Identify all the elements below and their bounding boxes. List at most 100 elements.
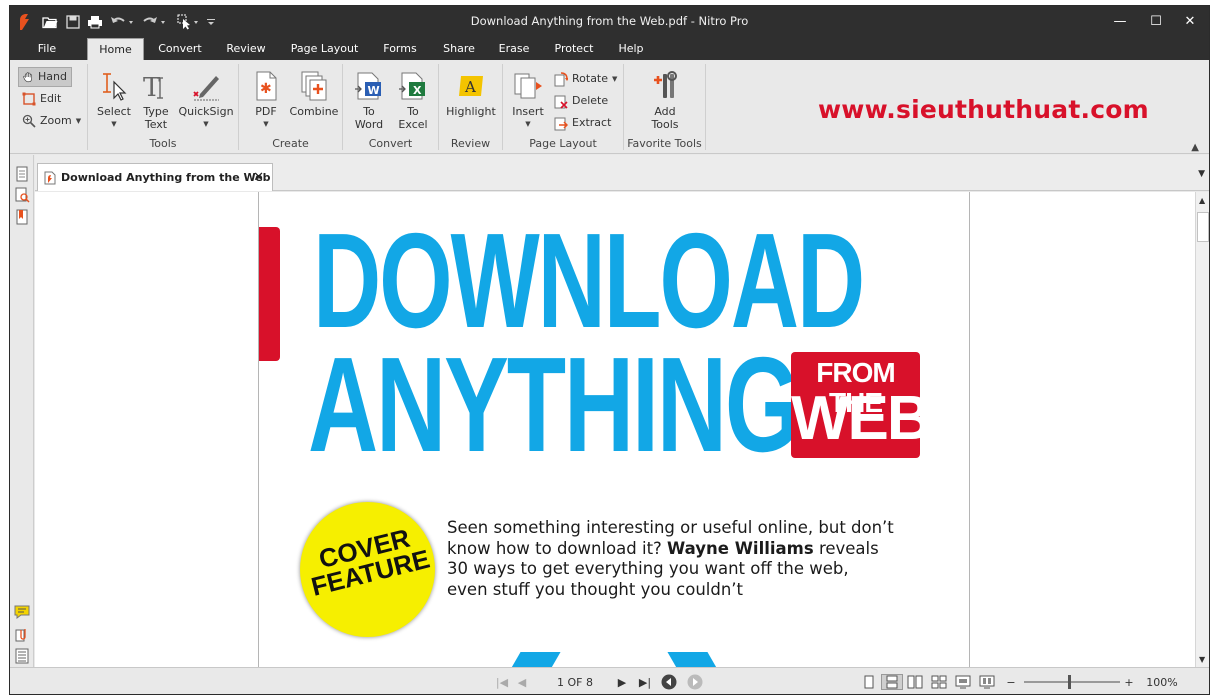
pdf-create-button[interactable]: ✱ PDF ▼ bbox=[247, 70, 285, 131]
tab-forms[interactable]: Forms bbox=[374, 38, 426, 60]
title-bar: Download Anything from the Web.pdf - Nit… bbox=[10, 6, 1209, 38]
tab-review[interactable]: Review bbox=[218, 38, 274, 60]
next-view-icon[interactable] bbox=[686, 674, 704, 690]
tab-share[interactable]: Share bbox=[434, 38, 484, 60]
collapse-ribbon-icon[interactable]: ▲ bbox=[1191, 142, 1199, 153]
tab-help[interactable]: Help bbox=[610, 38, 652, 60]
next-page-icon[interactable]: ▶ bbox=[613, 674, 631, 690]
attachments-icon[interactable] bbox=[14, 626, 30, 642]
close-tab-icon[interactable]: ✕ bbox=[253, 170, 264, 185]
excel-icon: X bbox=[399, 72, 425, 100]
zoom-slider-thumb[interactable] bbox=[1068, 675, 1071, 689]
headline-anything: ANYTHING bbox=[308, 329, 800, 480]
quicksign-pen-icon bbox=[193, 76, 219, 101]
zoom-tool-button[interactable]: Zoom ▼ bbox=[22, 111, 81, 131]
pages-panel-icon[interactable] bbox=[14, 166, 30, 182]
svg-text:A: A bbox=[464, 78, 476, 96]
tab-home[interactable]: Home bbox=[87, 38, 144, 60]
rotate-button[interactable]: Rotate ▼ bbox=[553, 69, 617, 89]
zoom-slider[interactable] bbox=[1022, 674, 1122, 690]
full-screen-icon[interactable] bbox=[954, 674, 972, 690]
tab-list-dropdown-icon[interactable]: ▼ bbox=[1198, 169, 1205, 179]
highlight-label: Highlight bbox=[446, 105, 496, 118]
highlight-button[interactable]: A Highlight bbox=[443, 70, 499, 118]
bookmarks-icon[interactable] bbox=[14, 209, 30, 225]
select-label: Select bbox=[97, 105, 131, 118]
tab-convert[interactable]: Convert bbox=[149, 38, 211, 60]
maximize-button[interactable]: ☐ bbox=[1138, 10, 1174, 32]
tab-page-layout[interactable]: Page Layout bbox=[282, 38, 367, 60]
continuous-view-icon[interactable] bbox=[881, 674, 903, 690]
single-page-view-icon[interactable] bbox=[860, 674, 878, 690]
facing-view-icon[interactable] bbox=[906, 674, 924, 690]
ribbon-group-create: ✱ PDF ▼ Combine Create bbox=[239, 64, 343, 150]
zoom-level[interactable]: 100% bbox=[1142, 674, 1182, 690]
edit-icon bbox=[22, 92, 36, 106]
previous-view-icon[interactable] bbox=[660, 674, 678, 690]
svg-text:✱: ✱ bbox=[260, 81, 272, 97]
scroll-down-arrow-icon[interactable]: ▼ bbox=[1199, 655, 1205, 664]
intro-line-2-end: reveals bbox=[813, 538, 879, 558]
delete-label: Delete bbox=[572, 94, 609, 107]
document-tab[interactable]: Download Anything from the Web ✕ bbox=[37, 163, 273, 191]
add-tools-label-2: Tools bbox=[651, 118, 679, 131]
intro-line-1: Seen something interesting or useful onl… bbox=[447, 518, 894, 537]
previous-page-icon[interactable]: ◀ bbox=[513, 674, 531, 690]
convert-group-label: Convert bbox=[368, 137, 413, 150]
intro-paragraph: Seen something interesting or useful onl… bbox=[447, 518, 947, 600]
to-word-button[interactable]: W To Word bbox=[349, 70, 389, 131]
ribbon-group-favorite-tools: Add Tools Favorite Tools bbox=[624, 64, 706, 150]
minimize-button[interactable]: — bbox=[1102, 10, 1138, 32]
select-cursor-icon bbox=[103, 73, 127, 101]
facing-continuous-view-icon[interactable] bbox=[930, 674, 948, 690]
favorite-tools-group-label: Favorite Tools bbox=[627, 137, 702, 150]
intro-line-2-start: know how to download it? bbox=[447, 538, 668, 558]
tab-file[interactable]: File bbox=[24, 38, 70, 60]
highlight-icon: A bbox=[459, 76, 483, 96]
extract-pages-button[interactable]: Extract bbox=[553, 113, 611, 133]
hand-tool-button[interactable]: Hand bbox=[18, 67, 72, 87]
zoom-in-button[interactable]: + bbox=[1122, 674, 1136, 690]
output-list-icon[interactable] bbox=[14, 648, 30, 664]
edit-tool-button[interactable]: Edit bbox=[22, 89, 61, 109]
last-page-icon[interactable]: ▶| bbox=[635, 674, 655, 690]
search-document-icon[interactable] bbox=[14, 187, 30, 203]
type-text-button[interactable]: T Type Text bbox=[138, 70, 174, 131]
delete-pages-button[interactable]: Delete bbox=[553, 91, 608, 111]
zoom-out-button[interactable]: − bbox=[1004, 674, 1018, 690]
quicksign-button[interactable]: QuickSign ▼ bbox=[176, 70, 236, 131]
nitro-pro-window: Download Anything from the Web.pdf - Nit… bbox=[9, 5, 1210, 695]
rotate-label: Rotate bbox=[572, 72, 609, 85]
type-text-label-1: Type bbox=[143, 105, 169, 118]
type-text-label-2: Text bbox=[144, 118, 168, 131]
scrollbar-thumb[interactable] bbox=[1197, 212, 1209, 242]
extract-label: Extract bbox=[572, 116, 612, 129]
first-page-icon[interactable]: |◀ bbox=[492, 674, 512, 690]
document-viewer[interactable]: DOWNLOAD ANYTHING FROM THE WEB COVER FEA… bbox=[35, 192, 1195, 667]
vertical-scrollbar[interactable]: ▲ ▼ bbox=[1195, 192, 1209, 667]
scroll-up-arrow-icon[interactable]: ▲ bbox=[1199, 196, 1205, 205]
add-tools-wrench-icon bbox=[654, 71, 677, 98]
pdf-label: PDF bbox=[255, 105, 277, 118]
page-layout-group-label: Page Layout bbox=[529, 137, 597, 150]
document-tab-strip: Download Anything from the Web ✕ ▼ bbox=[35, 155, 1209, 191]
to-excel-button[interactable]: X To Excel bbox=[393, 70, 433, 131]
insert-label: Insert bbox=[512, 105, 544, 118]
add-tools-button[interactable]: Add Tools bbox=[644, 70, 686, 131]
select-button[interactable]: Select ▼ bbox=[94, 70, 134, 131]
tab-protect[interactable]: Protect bbox=[545, 38, 603, 60]
close-window-button[interactable]: ✕ bbox=[1172, 10, 1208, 32]
zoom-dropdown-arrow-icon: ▼ bbox=[75, 117, 82, 125]
ribbon-group-tools: Select ▼ T Type Text QuickSign ▼ Tools bbox=[88, 64, 239, 150]
page-indicator[interactable]: 1 OF 8 bbox=[550, 674, 600, 690]
status-bar: |◀ ◀ 1 OF 8 ▶ ▶| − + 100% bbox=[10, 667, 1209, 694]
comments-icon[interactable] bbox=[14, 604, 30, 620]
ribbon-tabs: File Home Convert Review Page Layout For… bbox=[10, 38, 1209, 60]
to-word-label-1: To bbox=[363, 105, 375, 118]
insert-button[interactable]: Insert ▼ bbox=[509, 70, 547, 131]
rotate-dropdown-arrow-icon: ▼ bbox=[612, 75, 618, 83]
combine-button[interactable]: Combine bbox=[289, 70, 339, 118]
create-group-label: Create bbox=[272, 137, 309, 150]
tab-erase[interactable]: Erase bbox=[491, 38, 537, 60]
presentation-view-icon[interactable] bbox=[978, 674, 996, 690]
